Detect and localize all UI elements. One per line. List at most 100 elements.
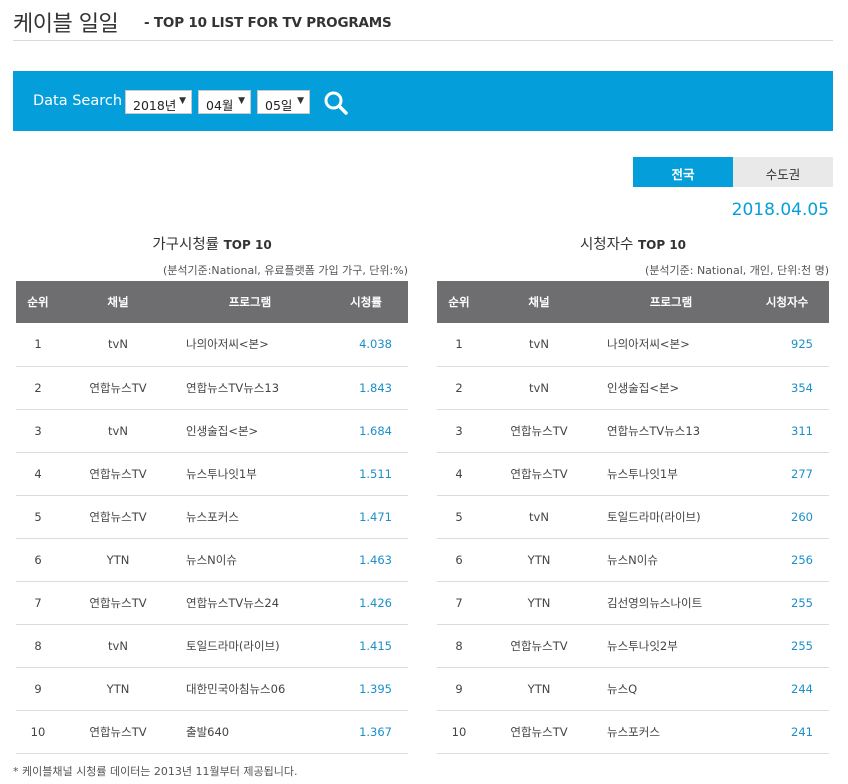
header-channel: 채널 bbox=[528, 295, 550, 309]
rank-cell: 7 bbox=[34, 595, 42, 610]
rank-cell: 10 bbox=[30, 724, 46, 739]
value-cell: 925 bbox=[791, 337, 813, 352]
viewer-count-table: 순위 채널 프로그램 시청자수 1 tvN 나의아저씨<본> 925 2 tvN 인생술집<본> 3… bbox=[437, 281, 829, 754]
table-row: 3 연합뉴스TV 연합뉴스TV뉴스13 311 bbox=[437, 409, 829, 452]
table-row: 10 연합뉴스TV 뉴스포커스 241 bbox=[437, 710, 829, 753]
program-cell: 연합뉴스TV뉴스13 bbox=[607, 423, 701, 438]
table-row: 6 YTN 뉴스N이슈 256 bbox=[437, 538, 829, 581]
channel-cell: 연합뉴스TV bbox=[89, 466, 147, 481]
rank-cell: 6 bbox=[455, 552, 463, 567]
right-panel-title: 시청자수 TOP 10 bbox=[437, 233, 829, 254]
channel-cell: tvN bbox=[108, 638, 128, 653]
channel-cell: 연합뉴스TV bbox=[510, 423, 568, 438]
table-row: 5 tvN 토일드라마(라이브) 260 bbox=[437, 495, 829, 538]
program-cell: 인생술집<본> bbox=[607, 380, 680, 395]
value-cell: 1.511 bbox=[359, 466, 392, 481]
left-panel-title-main: 가구시청률 bbox=[152, 237, 220, 253]
program-cell: 연합뉴스TV뉴스24 bbox=[186, 595, 280, 610]
page-subtitle: - TOP 10 LIST FOR TV PROGRAMS bbox=[144, 15, 392, 31]
program-cell: 뉴스투나잇1부 bbox=[607, 466, 678, 481]
value-cell: 1.415 bbox=[359, 638, 392, 653]
table-row: 4 연합뉴스TV 뉴스투나잇1부 1.511 bbox=[16, 452, 408, 495]
value-cell: 1.843 bbox=[359, 380, 392, 395]
left-panel-title: 가구시청률 TOP 10 bbox=[16, 233, 408, 254]
value-cell: 1.426 bbox=[359, 595, 392, 610]
rank-cell: 5 bbox=[455, 509, 463, 524]
table-header-row: 순위 채널 프로그램 시청률 bbox=[16, 281, 408, 323]
rank-cell: 1 bbox=[455, 337, 463, 352]
channel-cell: tvN bbox=[108, 423, 128, 438]
page-title: 케이블 일일 bbox=[13, 12, 119, 37]
channel-cell: 연합뉴스TV bbox=[89, 509, 147, 524]
rank-cell: 8 bbox=[455, 638, 463, 653]
month-select-value: 04월 bbox=[206, 98, 234, 113]
program-cell: 출발640 bbox=[186, 724, 230, 739]
program-cell: 인생술집<본> bbox=[186, 423, 259, 438]
footnote: * 케이블채널 시청률 데이터는 2013년 11월부터 제공됩니다. bbox=[13, 765, 298, 778]
value-cell: 1.395 bbox=[359, 681, 392, 696]
value-cell: 241 bbox=[791, 724, 813, 739]
chevron-down-icon: ▼ bbox=[297, 96, 304, 106]
header-value: 시청자수 bbox=[765, 295, 809, 309]
value-cell: 255 bbox=[791, 638, 813, 653]
day-select[interactable]: 05일 ▼ bbox=[257, 90, 310, 114]
rank-cell: 3 bbox=[34, 423, 42, 438]
value-cell: 4.038 bbox=[359, 337, 392, 352]
right-panel-title-main: 시청자수 bbox=[579, 237, 634, 253]
channel-cell: 연합뉴스TV bbox=[510, 724, 568, 739]
value-cell: 277 bbox=[791, 466, 813, 481]
rank-cell: 9 bbox=[34, 681, 42, 696]
year-select[interactable]: 2018년 ▼ bbox=[125, 90, 192, 114]
program-cell: 뉴스Q bbox=[607, 681, 638, 696]
table-row: 9 YTN 뉴스Q 244 bbox=[437, 667, 829, 710]
chevron-down-icon: ▼ bbox=[238, 96, 245, 106]
channel-cell: 연합뉴스TV bbox=[510, 638, 568, 653]
search-label: Data Search bbox=[33, 93, 123, 109]
header-rank: 순위 bbox=[448, 295, 470, 309]
program-cell: 토일드라마(라이브) bbox=[186, 638, 280, 653]
rank-cell: 9 bbox=[455, 681, 463, 696]
rank-cell: 2 bbox=[34, 380, 42, 395]
program-cell: 나의아저씨<본> bbox=[607, 337, 690, 352]
program-cell: 나의아저씨<본> bbox=[186, 337, 269, 352]
header-program: 프로그램 bbox=[649, 295, 693, 309]
table-row: 3 tvN 인생술집<본> 1.684 bbox=[16, 409, 408, 452]
channel-cell: tvN bbox=[529, 337, 549, 352]
tab-capital-region[interactable]: 수도권 bbox=[733, 157, 833, 187]
left-panel-note: (분석기준:National, 유료플랫폼 가입 가구, 단위:%) bbox=[162, 264, 408, 277]
month-select[interactable]: 04월 ▼ bbox=[198, 90, 251, 114]
report-date: 2018.04.05 bbox=[731, 200, 829, 220]
value-cell: 1.463 bbox=[359, 552, 392, 567]
rank-cell: 4 bbox=[455, 466, 463, 481]
search-icon[interactable] bbox=[323, 90, 349, 116]
program-cell: 토일드라마(라이브) bbox=[607, 509, 701, 524]
table-row: 4 연합뉴스TV 뉴스투나잇1부 277 bbox=[437, 452, 829, 495]
channel-cell: 연합뉴스TV bbox=[89, 380, 147, 395]
value-cell: 256 bbox=[791, 552, 813, 567]
header-channel: 채널 bbox=[107, 295, 129, 309]
rank-cell: 4 bbox=[34, 466, 42, 481]
program-cell: 대한민국아침뉴스06 bbox=[186, 681, 286, 696]
value-cell: 260 bbox=[791, 509, 813, 524]
channel-cell: YTN bbox=[527, 681, 551, 696]
channel-cell: tvN bbox=[108, 337, 128, 352]
value-cell: 244 bbox=[791, 681, 813, 696]
header-program: 프로그램 bbox=[228, 295, 272, 309]
program-cell: 뉴스포커스 bbox=[607, 724, 660, 739]
program-cell: 뉴스투나잇2부 bbox=[607, 638, 678, 653]
channel-cell: tvN bbox=[529, 509, 549, 524]
table-row: 2 연합뉴스TV 연합뉴스TV뉴스13 1.843 bbox=[16, 366, 408, 409]
household-rating-table: 순위 채널 프로그램 시청률 1 tvN 나의아저씨<본> 4.038 2 연합뉴스TV 연합뉴스… bbox=[16, 281, 408, 754]
channel-cell: YTN bbox=[106, 681, 130, 696]
table-row: 7 YTN 김선영의뉴스나이트 255 bbox=[437, 581, 829, 624]
right-panel-title-suffix: TOP 10 bbox=[637, 238, 687, 252]
table-row: 1 tvN 나의아저씨<본> 4.038 bbox=[16, 323, 408, 366]
channel-cell: YTN bbox=[527, 552, 551, 567]
table-row: 6 YTN 뉴스N이슈 1.463 bbox=[16, 538, 408, 581]
tab-national[interactable]: 전국 bbox=[633, 157, 733, 187]
value-cell: 1.684 bbox=[359, 423, 392, 438]
year-select-value: 2018년 bbox=[133, 98, 177, 113]
chevron-down-icon: ▼ bbox=[179, 96, 186, 106]
left-panel-title-suffix: TOP 10 bbox=[223, 238, 272, 252]
value-cell: 1.471 bbox=[359, 509, 392, 524]
